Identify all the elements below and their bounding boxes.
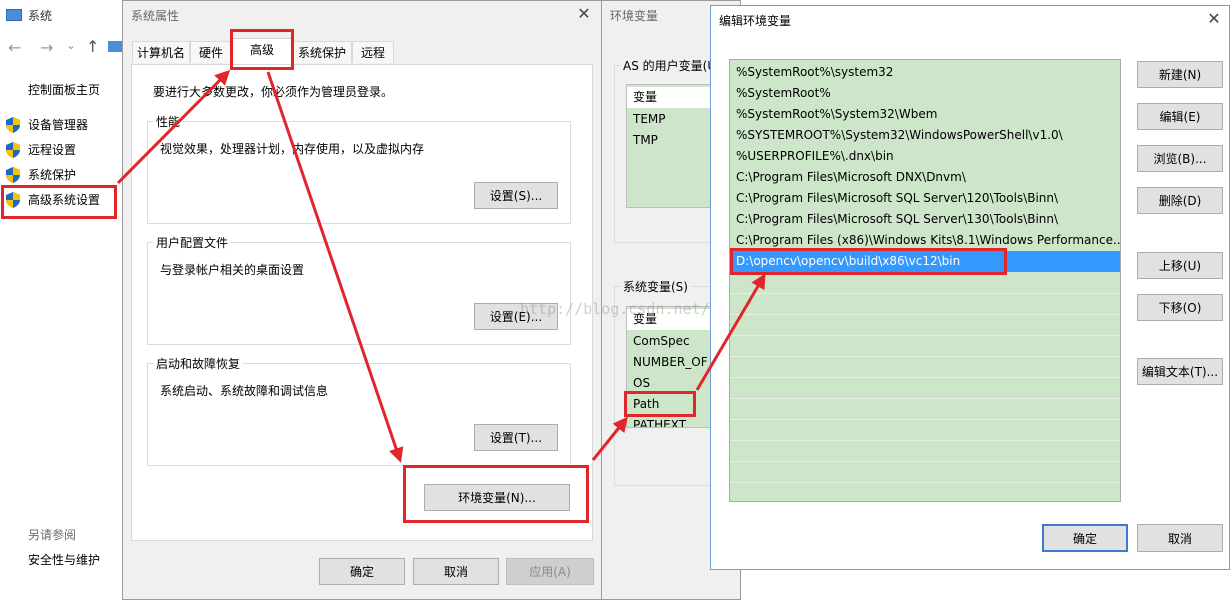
nav-item-label: 系统保护 <box>28 168 77 182</box>
move-up-button[interactable]: 上移(U) <box>1137 252 1223 279</box>
path-entry[interactable]: C:\Program Files\Microsoft SQL Server\12… <box>730 188 1120 209</box>
list-divider <box>730 398 1120 399</box>
performance-group: 性能 视觉效果，处理器计划，内存使用，以及虚拟内存 设置(S)... <box>147 113 571 224</box>
list-divider <box>730 482 1120 483</box>
see-also-heading: 另请参阅 <box>28 528 77 542</box>
delete-button[interactable]: 删除(D) <box>1137 187 1223 214</box>
shield-icon <box>6 142 20 158</box>
highlight-opencv-path <box>730 248 1007 275</box>
security-maintenance-link[interactable]: 安全性与维护 <box>28 551 100 568</box>
edit-dialog-title: 编辑环境变量 <box>719 14 792 28</box>
path-list: %SystemRoot%\system32 %SystemRoot% %Syst… <box>729 59 1121 502</box>
nav-item-device-manager[interactable]: 设备管理器 <box>0 114 88 136</box>
tab-hardware[interactable]: 硬件 <box>190 41 232 63</box>
startup-recovery-desc: 系统启动、系统故障和调试信息 <box>160 384 329 398</box>
browse-button[interactable]: 浏览(B)... <box>1137 145 1223 172</box>
path-entry[interactable]: %SystemRoot%\System32\Wbem <box>730 104 1120 125</box>
address-computer-icon <box>108 41 122 52</box>
path-entry[interactable]: C:\Program Files\Microsoft SQL Server\13… <box>730 209 1120 230</box>
close-icon[interactable]: ✕ <box>575 5 593 23</box>
list-divider <box>730 293 1120 294</box>
shield-icon <box>6 167 20 183</box>
user-vars-label: AS 的用户变量(U) <box>620 57 724 74</box>
path-entry[interactable]: %SYSTEMROOT%\System32\WindowsPowerShell\… <box>730 125 1120 146</box>
dialog-title: 系统属性 <box>131 9 180 23</box>
nav-item-system-protection[interactable]: 系统保护 <box>0 164 76 186</box>
move-down-button[interactable]: 下移(O) <box>1137 294 1223 321</box>
edit-text-button[interactable]: 编辑文本(T)... <box>1137 358 1223 385</box>
control-panel-home-link[interactable]: 控制面板主页 <box>28 81 100 98</box>
shield-icon <box>6 117 20 133</box>
highlight-env-button <box>403 465 589 523</box>
performance-desc: 视觉效果，处理器计划，内存使用，以及虚拟内存 <box>160 142 425 156</box>
tab-strip: 计算机名 硬件 高级 系统保护 远程 <box>132 38 592 65</box>
path-entry[interactable]: %USERPROFILE%\.dnx\bin <box>730 146 1120 167</box>
edit-env-variable-dialog: 编辑环境变量 ✕ %SystemRoot%\system32 %SystemRo… <box>710 5 1230 570</box>
back-arrow-icon[interactable]: ← <box>8 38 21 57</box>
up-arrow-icon[interactable]: ↑ <box>86 37 99 56</box>
performance-settings-button[interactable]: 设置(S)... <box>474 182 558 209</box>
list-divider <box>730 335 1120 336</box>
list-divider <box>730 377 1120 378</box>
tab-remote[interactable]: 远程 <box>352 41 394 63</box>
cancel-button[interactable]: 取消 <box>1137 524 1223 552</box>
computer-icon <box>6 9 22 21</box>
nav-item-remote-settings[interactable]: 远程设置 <box>0 139 76 161</box>
startup-recovery-group: 启动和故障恢复 系统启动、系统故障和调试信息 设置(T)... <box>147 355 571 466</box>
new-button[interactable]: 新建(N) <box>1137 61 1223 88</box>
user-profile-group: 用户配置文件 与登录帐户相关的桌面设置 设置(E)... <box>147 234 571 345</box>
user-profile-label: 用户配置文件 <box>153 234 232 251</box>
edit-button[interactable]: 编辑(E) <box>1137 103 1223 130</box>
highlight-advanced-tab <box>230 29 294 70</box>
cancel-button[interactable]: 取消 <box>413 558 499 585</box>
startup-settings-button[interactable]: 设置(T)... <box>474 424 558 451</box>
highlight-path-row <box>624 391 696 417</box>
system-window-title: 系统 <box>28 9 53 23</box>
tab-system-protection[interactable]: 系统保护 <box>292 41 352 63</box>
apply-button[interactable]: 应用(A) <box>506 558 594 585</box>
nav-item-label: 设备管理器 <box>28 118 89 132</box>
forward-arrow-icon[interactable]: → <box>40 38 53 57</box>
startup-recovery-label: 启动和故障恢复 <box>153 355 244 372</box>
path-entry[interactable]: C:\Program Files\Microsoft DNX\Dnvm\ <box>730 167 1120 188</box>
ok-button[interactable]: 确定 <box>319 558 405 585</box>
close-icon[interactable]: ✕ <box>1205 10 1223 28</box>
list-divider <box>730 356 1120 357</box>
system-vars-label: 系统变量(S) <box>620 278 691 295</box>
path-entry[interactable]: %SystemRoot% <box>730 83 1120 104</box>
path-entry[interactable]: %SystemRoot%\system32 <box>730 62 1120 83</box>
list-divider <box>730 440 1120 441</box>
tab-computer-name[interactable]: 计算机名 <box>132 41 190 63</box>
dropdown-arrow-icon[interactable]: ⌄ <box>66 38 76 52</box>
ok-button[interactable]: 确定 <box>1042 524 1128 552</box>
watermark: http://blog.csdn.net/ <box>520 300 710 318</box>
performance-label: 性能 <box>153 113 184 130</box>
system-window: 系统 ← → ⌄ ↑ 控制面板主页 设备管理器 远程设置 系统保护 高级系统设置… <box>0 0 125 600</box>
highlight-advanced-settings <box>1 185 117 219</box>
list-divider <box>730 461 1120 462</box>
admin-note: 要进行大多数更改，你必须作为管理员登录。 <box>153 85 394 99</box>
user-profile-desc: 与登录帐户相关的桌面设置 <box>160 263 305 277</box>
list-divider <box>730 314 1120 315</box>
list-divider <box>730 419 1120 420</box>
nav-item-label: 远程设置 <box>28 143 77 157</box>
